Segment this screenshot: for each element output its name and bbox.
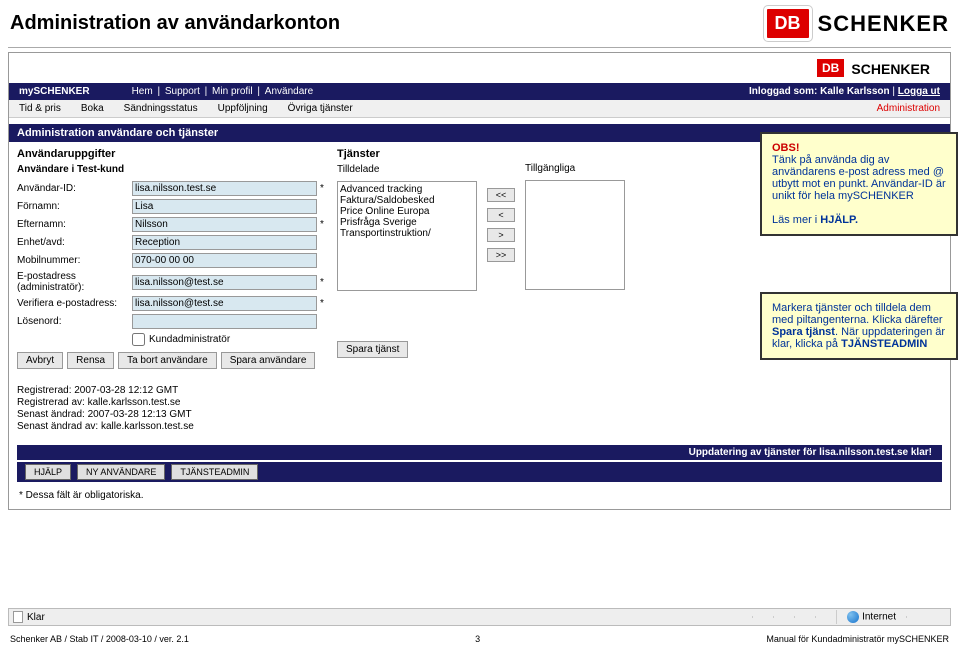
footer-left: Schenker AB / Stab IT / 2008-03-10 / ver… [10,634,189,644]
input-verify[interactable] [132,296,317,311]
label-dept: Enhet/avd: [17,237,132,248]
navbar-sub: Tid & pris Boka Sändningsstatus Uppföljn… [9,100,950,118]
subnav-ovriga[interactable]: Övriga tjänster [288,103,353,114]
page-title: Administration av användarkonton [10,12,340,35]
required-icon: * [317,298,327,309]
label-lastname: Efternamn: [17,219,132,230]
subnav-tidpris[interactable]: Tid & pris [19,103,61,114]
brand-name-small: SCHENKER [851,61,930,77]
checkbox-kundadmin[interactable] [132,333,145,346]
mod-by-label: Senast ändrad av: [17,421,98,432]
ie-status-bar: Klar Internet [8,608,951,626]
db-logo-small-icon: DB [817,59,844,77]
label-email: E-postadress (administratör): [17,271,132,293]
list-item[interactable]: Price Online Europa [340,206,474,217]
label-userid: Användar-ID: [17,183,132,194]
mod-by: kalle.karlsson.test.se [101,421,194,432]
mod-date: 2007-03-28 12:13 GMT [88,409,192,420]
assigned-label: Tilldelade [337,164,477,175]
ie-zone: Internet [862,612,896,623]
globe-icon [847,611,859,623]
available-label: Tillgängliga [525,163,625,174]
subnav-sandningsstatus[interactable]: Sändningsstatus [124,103,198,114]
nav-minprofil[interactable]: Min profil [212,86,253,97]
remove-user-button[interactable]: Ta bort användare [118,352,217,369]
move-all-left-button[interactable]: << [487,188,515,202]
brand-name: SCHENKER [818,11,949,37]
label-mobile: Mobilnummer: [17,255,132,266]
callout2-t1: Markera tjänster och tilldela dem med pi… [772,302,943,326]
subnav-boka[interactable]: Boka [81,103,104,114]
callout2-b2: TJÄNSTEADMIN [841,338,927,350]
save-service-button[interactable]: Spara tjänst [337,341,408,358]
move-right-button[interactable]: > [487,228,515,242]
required-icon: * [317,183,327,194]
subhead-user: Användare i Test-kund [17,164,327,175]
list-item[interactable]: Transportinstruktion/ [340,228,474,239]
callout1-text2a: Läs mer i [772,214,820,226]
new-user-button[interactable]: NY ANVÄNDARE [77,464,165,480]
logged-in-user: Kalle Karlsson [820,86,889,97]
reg-by: kalle.karlsson.test.se [88,397,181,408]
reg-date-label: Registrerad: [17,385,71,396]
nav-support[interactable]: Support [165,86,200,97]
brand-logo: DB SCHENKER [764,6,949,41]
required-icon: * [317,277,327,288]
group-services: Tjänster [337,148,477,160]
document-icon [13,611,23,623]
callout2-b1: Spara tjänst [772,326,835,338]
label-verify: Verifiera e-postadress: [17,298,132,309]
mod-date-label: Senast ändrad: [17,409,85,420]
group-userinfo: Användaruppgifter [17,148,327,160]
clear-button[interactable]: Rensa [67,352,114,369]
input-userid[interactable] [132,181,317,196]
app-frame: DB SCHENKER mySCHENKER Hem | Support | M… [8,52,951,510]
label-firstname: Förnamn: [17,201,132,212]
move-left-button[interactable]: < [487,208,515,222]
callout-services: Markera tjänster och tilldela dem med pi… [760,292,958,360]
label-password: Lösenord: [17,316,132,327]
input-email[interactable] [132,275,317,290]
nav-anvandare[interactable]: Användare [265,86,313,97]
navbar-top: mySCHENKER Hem | Support | Min profil | … [9,83,950,100]
input-lastname[interactable] [132,217,317,232]
reg-by-label: Registrerad av: [17,397,85,408]
obs-label: OBS! [772,142,800,154]
reg-date: 2007-03-28 12:12 GMT [74,385,178,396]
service-admin-button[interactable]: TJÄNSTEADMIN [171,464,258,480]
available-listbox[interactable] [525,180,625,290]
cancel-button[interactable]: Avbryt [17,352,63,369]
callout1-help: HJÄLP. [820,214,858,226]
label-kundadmin: Kundadministratör [149,334,230,345]
required-note: * Dessa fält är obligatoriska. [19,490,940,501]
ie-done: Klar [27,612,45,623]
input-firstname[interactable] [132,199,317,214]
footer-right: Manual för Kundadministratör mySCHENKER [766,634,949,644]
logged-in-label: Inloggad som: [749,86,817,97]
input-dept[interactable] [132,235,317,250]
subnav-administration[interactable]: Administration [877,103,940,114]
move-all-right-button[interactable]: >> [487,248,515,262]
portal-brand: mySCHENKER [19,86,90,97]
subnav-uppfoljning[interactable]: Uppföljning [218,103,268,114]
inner-logo: DB SCHENKER [9,53,950,83]
callout1-text: Tänk på använda dig av användarens e-pos… [772,154,946,202]
list-item[interactable]: Prisfråga Sverige [340,217,474,228]
save-user-button[interactable]: Spara användare [221,352,316,369]
callout-obs: OBS! Tänk på använda dig av användarens … [760,132,958,236]
required-icon: * [317,219,327,230]
db-logo-icon: DB [764,6,812,41]
input-mobile[interactable] [132,253,317,268]
nav-hem[interactable]: Hem [132,86,153,97]
list-item[interactable]: Advanced tracking [340,184,474,195]
help-button[interactable]: HJÄLP [25,464,71,480]
footer-center: 3 [475,634,480,644]
logout-link[interactable]: Logga ut [898,86,940,97]
input-password[interactable] [132,314,317,329]
assigned-listbox[interactable]: Advanced tracking Faktura/Saldobesked Pr… [337,181,477,291]
status-bar: Uppdatering av tjänster för lisa.nilsson… [17,445,942,460]
list-item[interactable]: Faktura/Saldobesked [340,195,474,206]
